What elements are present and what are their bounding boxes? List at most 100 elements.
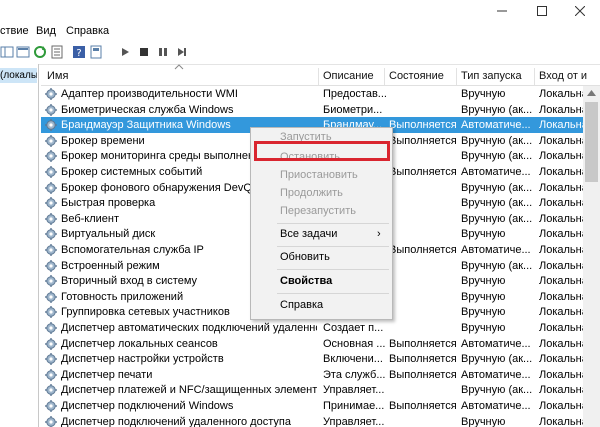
cell-status: [389, 273, 459, 289]
cell-startup: Вручную (ак...: [461, 150, 533, 163]
cell-status: [389, 258, 459, 274]
cell-status: [389, 86, 459, 102]
cell-startup: Вручную (ак...: [461, 259, 533, 272]
cell-status: [389, 289, 459, 305]
table-row[interactable]: Диспетчер платежей и NFC/защищенных элем…: [41, 382, 600, 398]
column-name[interactable]: Имя: [41, 68, 319, 85]
service-gear-icon: [45, 134, 57, 147]
cell-startup: Вручную: [461, 275, 506, 288]
menu-item-resume[interactable]: Продолжить: [251, 184, 392, 202]
column-status-label: Состояние: [389, 70, 444, 82]
table-row[interactable]: Диспетчер печати Эта служб... Выполняется А…: [41, 367, 600, 383]
menu-separator: [277, 246, 389, 247]
table-row[interactable]: Диспетчер автоматических подключений уда…: [41, 320, 600, 336]
pause-service-icon[interactable]: [156, 45, 170, 59]
service-gear-icon: [45, 244, 57, 256]
column-header: Имя Описание Состояние Тип запуска Вход …: [41, 64, 600, 86]
cell-status: Выполняется: [389, 368, 457, 381]
export-list-icon[interactable]: [50, 45, 64, 59]
cell-startup: Вручную (ак...: [461, 212, 533, 225]
cell-startup: Автоматиче...: [461, 119, 531, 132]
service-gear-icon: [45, 119, 57, 132]
cell-status: [389, 304, 459, 320]
highlight-box: [254, 141, 390, 161]
cell-startup: Автоматиче...: [461, 368, 531, 381]
menu-item-properties[interactable]: Свойства: [251, 272, 392, 290]
minimize-icon[interactable]: [482, 0, 522, 22]
maximize-icon[interactable]: [522, 0, 562, 22]
cell-status: Выполняется: [389, 166, 457, 178]
refresh-icon[interactable]: [33, 45, 47, 59]
stop-service-icon[interactable]: [137, 45, 151, 59]
table-row[interactable]: Диспетчер подключений Windows Принимае...…: [41, 398, 600, 414]
column-startup-type-label: Тип запуска: [461, 70, 522, 82]
menu-item-pause[interactable]: Приостановить: [251, 166, 392, 184]
cell-name: Диспетчер автоматических подключений уда…: [61, 322, 317, 334]
menu-view[interactable]: Вид: [36, 25, 56, 37]
show-hide-tree-icon[interactable]: [0, 45, 14, 59]
cell-startup: Вручную (ак...: [461, 181, 533, 194]
service-gear-icon: [45, 337, 57, 350]
menu-item-all-tasks[interactable]: Все задачи ›: [251, 225, 392, 243]
menu-help[interactable]: Справка: [66, 25, 109, 37]
start-service-icon[interactable]: [118, 45, 132, 59]
menu-action[interactable]: ствие: [0, 25, 29, 37]
cell-status: Выполняется: [389, 337, 457, 350]
column-name-label: Имя: [47, 70, 69, 82]
help-icon[interactable]: ?: [72, 45, 86, 59]
cell-name: Диспетчер печати: [61, 368, 153, 381]
table-row[interactable]: Адаптер производительности WMI Предостав.…: [41, 86, 600, 102]
console-icon[interactable]: [16, 45, 30, 59]
scroll-up-icon[interactable]: [587, 90, 596, 96]
service-gear-icon: [45, 103, 57, 116]
service-gear-icon: [45, 400, 57, 412]
cell-status: [389, 148, 459, 164]
service-gear-icon: [45, 368, 57, 381]
cell-status: Выполняется: [389, 244, 457, 256]
properties-icon[interactable]: [89, 45, 103, 59]
vertical-scrollbar[interactable]: [583, 86, 600, 427]
restart-service-icon[interactable]: [175, 45, 189, 59]
sort-ascending-icon: [174, 64, 184, 70]
menu-item-help[interactable]: Справка: [251, 296, 392, 314]
close-icon[interactable]: [560, 0, 600, 22]
column-status[interactable]: Состояние: [385, 68, 457, 85]
menu-item-refresh[interactable]: Обновить: [251, 248, 392, 266]
scrollbar-thumb[interactable]: [585, 102, 598, 182]
cell-status: [389, 211, 459, 227]
service-gear-icon: [45, 212, 57, 225]
cell-name: Адаптер производительности WMI: [61, 88, 238, 100]
svg-text:?: ?: [76, 48, 81, 59]
cell-status: [389, 226, 459, 242]
table-row[interactable]: Биометрическая служба Windows Биометри...…: [41, 102, 600, 118]
column-logon-as[interactable]: Вход от и: [535, 68, 600, 85]
menu-bar: ствие Вид Справка: [0, 22, 600, 40]
cell-startup: Вручную: [461, 322, 506, 334]
column-description-label: Описание: [323, 70, 374, 82]
cell-name: Диспетчер локальных сеансов: [61, 337, 218, 350]
cell-status: [389, 382, 459, 398]
table-row[interactable]: Диспетчер подключений удаленного доступа…: [41, 414, 600, 427]
toolbar: ?: [0, 40, 600, 65]
cell-name: Диспетчер подключений удаленного доступа: [61, 415, 291, 427]
submenu-arrow-icon: ›: [377, 228, 381, 240]
column-description[interactable]: Описание: [319, 68, 385, 85]
cell-status: Выполняется: [389, 353, 457, 366]
tree-item-services-local[interactable]: (локалы: [0, 68, 37, 83]
cell-status: [389, 195, 459, 211]
cell-description: Предостав...: [323, 88, 387, 100]
service-gear-icon: [45, 290, 57, 303]
service-gear-icon: [45, 415, 57, 427]
service-gear-icon: [45, 181, 57, 194]
cell-startup: Вручную (ак...: [461, 134, 533, 147]
table-row[interactable]: Диспетчер настройки устройств Включени...…: [41, 351, 600, 367]
cell-startup: Вручную: [461, 228, 506, 241]
service-gear-icon: [45, 306, 57, 319]
service-gear-icon: [45, 88, 57, 100]
service-gear-icon: [45, 322, 57, 334]
table-row[interactable]: Диспетчер локальных сеансов Основная ... В…: [41, 336, 600, 352]
column-startup-type[interactable]: Тип запуска: [457, 68, 535, 85]
cell-description: Биометри...: [323, 103, 383, 116]
cell-startup: Автоматиче...: [461, 337, 531, 350]
menu-item-restart[interactable]: Перезапустить: [251, 202, 392, 220]
